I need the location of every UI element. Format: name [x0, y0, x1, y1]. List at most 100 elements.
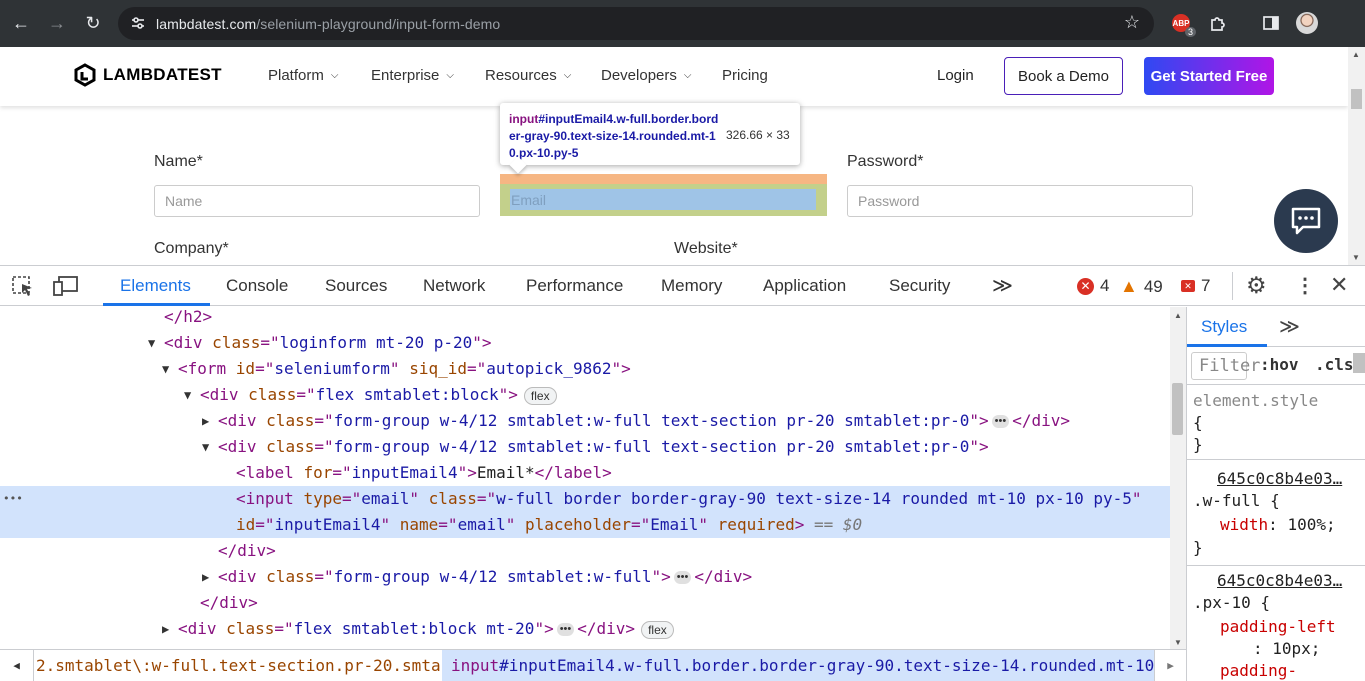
chat-widget-button[interactable]	[1274, 189, 1338, 253]
styles-filter-input[interactable]: Filter	[1191, 352, 1260, 380]
back-icon[interactable]: ←	[7, 9, 35, 37]
collapse-triangle-icon[interactable]: ▼	[202, 434, 214, 460]
tag-token: "	[389, 359, 410, 378]
dom-tree-scroll-thumb[interactable]	[1172, 383, 1183, 435]
breadcrumb-item-selected[interactable]: input#inputEmail4.w-full.border.border-g…	[442, 650, 1154, 681]
device-toolbar-icon[interactable]	[53, 275, 79, 297]
class-toggle-button[interactable]: .cls	[1315, 355, 1354, 374]
name-input[interactable]: Name	[154, 185, 480, 217]
site-info-icon[interactable]	[130, 15, 146, 31]
expand-ellipsis-button[interactable]: •••	[991, 415, 1010, 428]
error-count[interactable]: ✕ 4	[1077, 276, 1109, 296]
tab-sources[interactable]: Sources	[325, 276, 387, 296]
dom-node[interactable]: </div>	[0, 590, 1170, 616]
expand-triangle-icon[interactable]: ▶	[202, 408, 214, 434]
expand-ellipsis-button[interactable]: •••	[556, 623, 575, 636]
rule-selector[interactable]: .px-10 {	[1193, 593, 1270, 612]
tab-memory[interactable]: Memory	[661, 276, 722, 296]
breadcrumb-scroll-left[interactable]: ◀	[0, 650, 34, 681]
attr-name-token: class	[266, 437, 315, 456]
collapse-triangle-icon[interactable]: ▼	[148, 330, 160, 356]
inspect-element-icon[interactable]	[11, 275, 35, 297]
dom-node-selected[interactable]: <input type="email" class="w-full border…	[0, 486, 1170, 512]
tag-token: ="	[314, 567, 334, 586]
profile-avatar[interactable]	[1294, 10, 1320, 36]
hover-state-button[interactable]: :hov	[1260, 355, 1299, 374]
dom-tree-scrollbar[interactable]: ▲ ▼	[1170, 307, 1186, 649]
url-text[interactable]: lambdatest.com/selenium-playground/input…	[156, 16, 500, 32]
collapse-triangle-icon[interactable]: ▼	[184, 382, 196, 408]
settings-gear-icon[interactable]: ⚙	[1246, 272, 1267, 299]
nav-enterprise[interactable]: Enterprise ⌵	[371, 67, 454, 84]
rule-source-link[interactable]: 645c0c8b4e03…	[1217, 571, 1342, 590]
dom-node[interactable]: ▶ <div class="flex smtablet:block mt-20">…	[0, 616, 1170, 642]
puzzle-icon[interactable]	[1205, 10, 1231, 36]
nav-resources[interactable]: Resources ⌵	[485, 67, 571, 84]
side-panel-icon[interactable]	[1258, 10, 1284, 36]
more-tabs-button[interactable]: ≫	[992, 273, 1013, 298]
extension-icon[interactable]: ABP 3	[1168, 10, 1196, 37]
dom-node-selected[interactable]: id="inputEmail4" name="email" placeholde…	[0, 512, 1170, 538]
dom-node[interactable]: ▼ <div class="flex smtablet:block"> flex	[0, 382, 1170, 408]
company-label: Company*	[154, 240, 229, 257]
dom-node-markup: <div class="form-group w-4/12 smtablet:w…	[218, 408, 1070, 434]
tab-security[interactable]: Security	[889, 276, 950, 296]
tag-token: ">	[969, 437, 989, 456]
tab-network[interactable]: Network	[423, 276, 485, 296]
page-scrollbar[interactable]: ▲ ▼	[1348, 47, 1365, 265]
nav-platform[interactable]: Platform ⌵	[268, 67, 338, 84]
attr-value-token: seleniumform	[274, 359, 390, 378]
issues-count[interactable]: ✕ 7	[1181, 276, 1210, 296]
expand-triangle-icon[interactable]: ▶	[202, 564, 214, 590]
rule-selector[interactable]: .w-full {	[1193, 491, 1280, 510]
node-actions-icon[interactable]: •••	[3, 486, 23, 512]
element-style-selector[interactable]: element.style	[1193, 391, 1318, 410]
dom-node[interactable]: ▼ <div class="loginform mt-20 p-20">	[0, 330, 1170, 356]
more-panes-button[interactable]: ≫	[1279, 314, 1300, 339]
attr-value-token: form-group w-4/12 smtablet:w-full text-s…	[333, 437, 970, 456]
nav-pricing[interactable]: Pricing	[722, 67, 768, 84]
tab-elements[interactable]: Elements	[120, 276, 191, 296]
rule-property[interactable]: width: 100%;	[1220, 515, 1336, 534]
dom-node[interactable]: ▶ <div class="form-group w-4/12 smtablet:…	[0, 408, 1170, 434]
login-link[interactable]: Login	[937, 67, 974, 84]
dom-node[interactable]: ▼ <div class="form-group w-4/12 smtablet:…	[0, 434, 1170, 460]
close-devtools-icon[interactable]: ✕	[1330, 272, 1348, 298]
dom-node[interactable]: </div>	[0, 538, 1170, 564]
reload-icon[interactable]: ↻	[79, 9, 107, 37]
address-bar[interactable]: lambdatest.com/selenium-playground/input…	[118, 7, 1154, 40]
warning-count[interactable]: ▲ 49	[1120, 276, 1163, 297]
property-name[interactable]: padding-	[1220, 661, 1297, 680]
tab-console[interactable]: Console	[226, 276, 288, 296]
dom-node-markup: </h2>	[164, 307, 212, 330]
tab-performance[interactable]: Performance	[526, 276, 623, 296]
rule-source-link[interactable]: 645c0c8b4e03…	[1217, 469, 1342, 488]
more-options-icon[interactable]: ⋮	[1295, 273, 1315, 298]
flex-badge[interactable]: flex	[641, 620, 674, 639]
tab-application[interactable]: Application	[763, 276, 846, 296]
expand-triangle-icon[interactable]: ▶	[162, 616, 174, 642]
dom-node-markup: <div class="flex smtablet:block"> flex	[200, 382, 557, 408]
property-value[interactable]: : 10px;	[1253, 639, 1320, 658]
forward-icon[interactable]: →	[43, 9, 71, 37]
email-input[interactable]: Email	[510, 189, 816, 210]
tag-token: </div>	[694, 567, 753, 586]
expand-ellipsis-button[interactable]: •••	[673, 571, 692, 584]
dom-node[interactable]: <label for="inputEmail4">Email*</label>	[0, 460, 1170, 486]
flex-badge[interactable]: flex	[523, 386, 557, 405]
collapse-triangle-icon[interactable]: ▼	[162, 356, 174, 382]
dom-node[interactable]: </h2>	[0, 307, 1170, 330]
book-demo-button[interactable]: Book a Demo	[1004, 57, 1123, 95]
tag-token: <div	[218, 437, 267, 456]
dom-node[interactable]: ▶ <div class="form-group w-4/12 smtablet:…	[0, 564, 1170, 590]
logo[interactable]: LAMBDATEST	[73, 63, 222, 87]
get-started-button[interactable]: Get Started Free	[1144, 57, 1274, 95]
password-input[interactable]: Password	[847, 185, 1193, 217]
nav-developers[interactable]: Developers ⌵	[601, 67, 691, 84]
styles-scroll-thumb[interactable]	[1353, 353, 1365, 373]
bookmark-star-icon[interactable]: ☆	[1124, 12, 1140, 33]
breadcrumb-scroll-right[interactable]: ▶	[1154, 650, 1186, 681]
tab-styles[interactable]: Styles	[1201, 317, 1247, 337]
dom-node[interactable]: ▼ <form id="seleniumform" siq_id="autopic…	[0, 356, 1170, 382]
property-name[interactable]: padding-left	[1220, 617, 1336, 636]
